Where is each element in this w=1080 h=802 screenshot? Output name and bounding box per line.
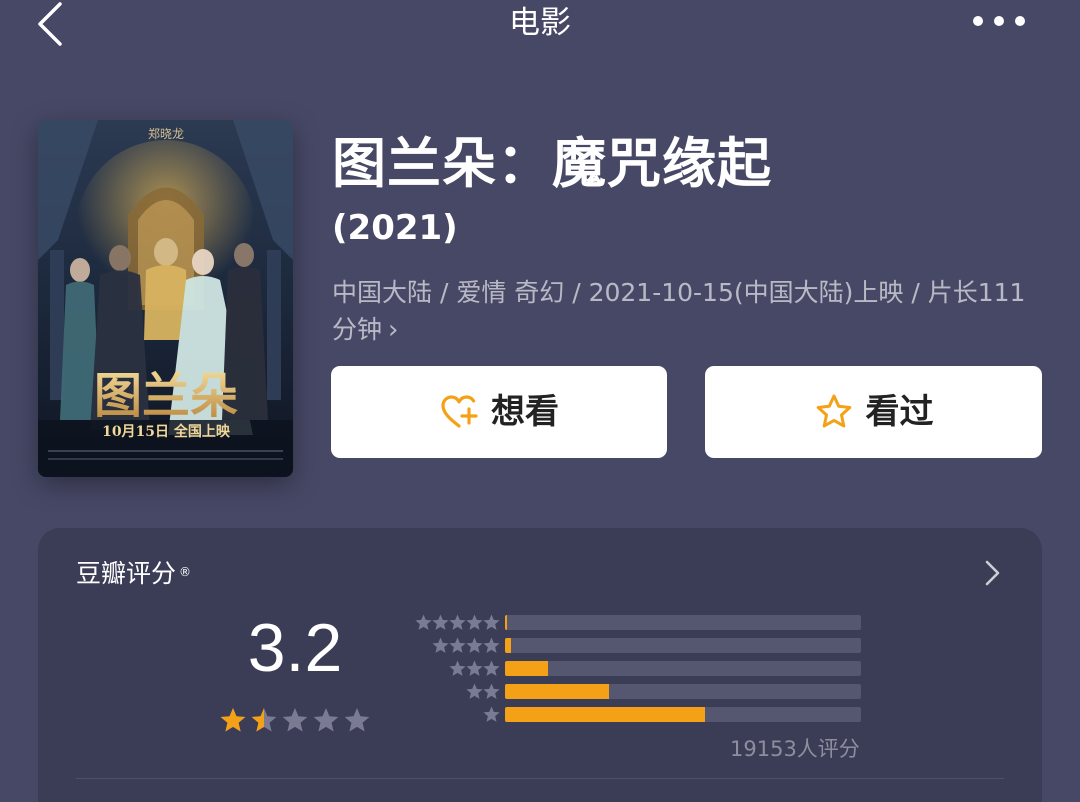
rating-score: 3.2 [247,610,343,686]
rating-bar-fill [505,684,609,699]
rating-bar-track [505,707,861,722]
star-icon [466,660,483,676]
rating-bar-fill [505,661,548,676]
star-icon [466,637,483,653]
rating-stars [220,708,370,732]
rating-bar-track [505,615,861,630]
watched-button[interactable]: 看过 [705,366,1042,458]
movie-meta[interactable]: 中国大陆 / 爱情 奇幻 / 2021-10-15(中国大陆)上映 / 片长11… [332,274,1032,349]
rating-row-1-star [402,705,902,725]
poster-image: 图兰朵 10月15日 全国上映 郑晓龙 [38,120,293,477]
rating-count: 19153人评分 [730,737,860,761]
star-icon [483,683,500,699]
star-icon [432,637,449,653]
page-title: 电影 [509,5,571,41]
star-icon [466,614,483,630]
rating-row-stars [483,706,500,722]
rating-row-stars [466,683,500,699]
star-icon [432,614,449,630]
rating-bar-fill [505,615,507,630]
rating-row-stars [449,660,500,676]
rating-bar-track [505,638,861,653]
rating-row-5-star [402,613,902,633]
star-icon [449,637,466,653]
poster-release-text: 10月15日 全国上映 [102,423,231,440]
star-icon [415,614,432,630]
rating-row-4-star [402,636,902,656]
chevron-right-icon: › [388,315,399,345]
star-icon [313,708,339,732]
rating-source-label: 豆瓣评分 [76,559,177,588]
movie-poster[interactable]: 图兰朵 10月15日 全国上映 郑晓龙 [38,120,293,477]
top-nav: 电影 [0,0,1080,50]
star-icon [483,614,500,630]
star-icon [483,637,500,653]
star-icon [483,660,500,676]
movie-meta-text: 中国大陆 / 爱情 奇幻 / 2021-10-15(中国大陆)上映 / 片长11… [332,278,1026,344]
star-icon [282,708,308,732]
star-icon [449,614,466,630]
rating-row-2-star [402,682,902,702]
more-horizontal-icon [973,16,1025,26]
rating-bar-fill [505,707,705,722]
divider [76,778,1004,779]
movie-title: 图兰朵：魔咒缘起 [332,132,772,195]
poster-top-text: 郑晓龙 [148,126,184,141]
rating-row-3-star [402,659,902,679]
star-icon [449,660,466,676]
rating-distribution [402,613,902,733]
movie-year: (2021) [332,208,458,248]
rating-bar-fill [505,638,511,653]
want-to-watch-button[interactable]: 想看 [331,366,667,458]
want-to-watch-label: 想看 [491,392,559,432]
rating-card-title: 豆瓣评分 ® [76,557,191,591]
poster-title-art: 图兰朵 [94,368,238,424]
star-icon [483,706,500,722]
registered-mark: ® [179,565,192,579]
chevron-right-icon [985,560,1000,586]
star-icon [344,708,370,732]
star-outline-icon [816,394,851,428]
rating-card[interactable]: 豆瓣评分 ® 3.2 19153人评分 [38,528,1042,802]
watched-label: 看过 [865,392,934,432]
rating-bar-track [505,684,861,699]
movie-detail-page: 电影 图兰朵 10月15日 全国上映 郑晓龙 图兰朵：魔咒缘起 (2021) 中… [0,0,1080,802]
heart-plus-icon [441,395,478,428]
more-button[interactable] [966,6,1032,36]
rating-row-stars [415,614,500,630]
rating-row-stars [432,637,500,653]
star-icon [466,683,483,699]
rating-bar-track [505,661,861,676]
star-filled-icon [220,708,246,732]
